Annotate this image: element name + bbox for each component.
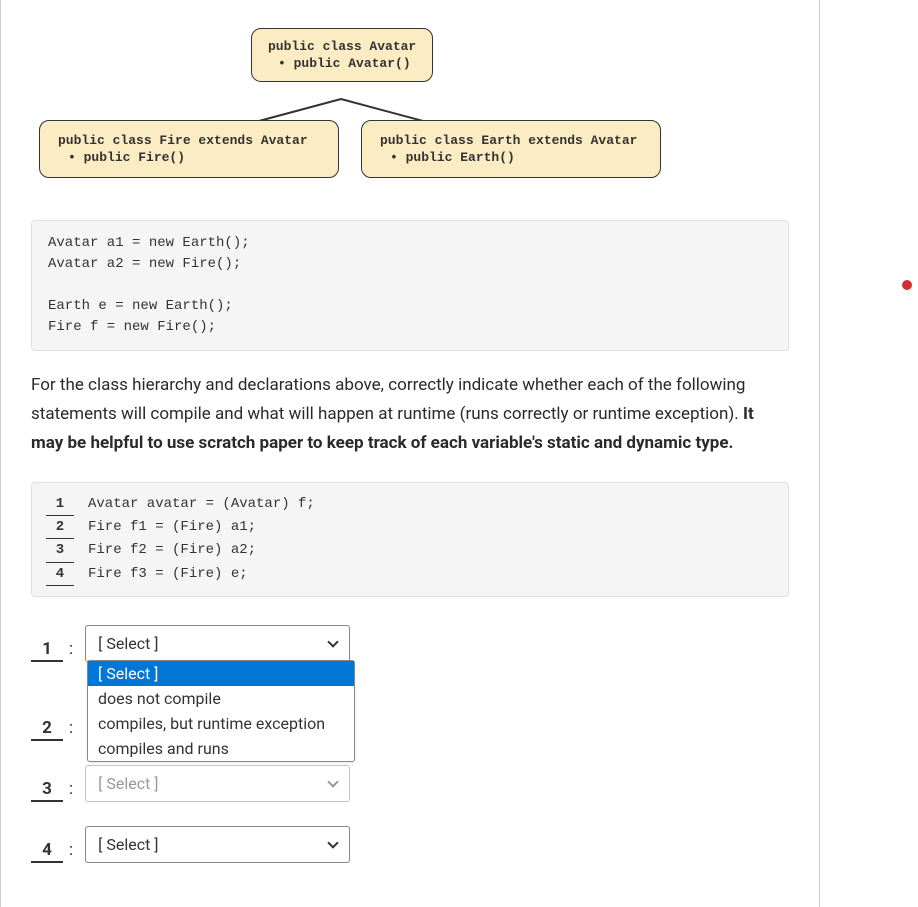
statement-code: Fire f3 = (Fire) e; — [88, 563, 248, 585]
class-title: public class Avatar — [268, 39, 416, 54]
chevron-down-icon — [327, 636, 338, 647]
answer-label: 1 — [31, 639, 63, 662]
select-text: [ Select ] — [98, 634, 158, 653]
dropdown-option-runtime-exception[interactable]: compiles, but runtime exception — [88, 711, 354, 736]
chevron-down-icon — [327, 776, 338, 787]
statement-row: 4 Fire f3 = (Fire) e; — [46, 563, 774, 586]
class-hierarchy-diagram: public class Avatar public Avatar() publ… — [31, 20, 789, 200]
statements-code-block: 1 Avatar avatar = (Avatar) f; 2 Fire f1 … — [31, 482, 789, 598]
question-part1: For the class hierarchy and declarations… — [31, 375, 745, 424]
statement-row: 3 Fire f2 = (Fire) a2; — [46, 539, 774, 562]
answer-row-4: 4 : [ Select ] — [31, 826, 789, 863]
fire-class-box: public class Fire extends Avatar public … — [39, 120, 339, 178]
avatar-class-box: public class Avatar public Avatar() — [251, 28, 433, 82]
earth-class-box: public class Earth extends Avatar public… — [361, 120, 661, 178]
colon: : — [69, 632, 73, 659]
select-dropdown-4[interactable]: [ Select ] — [85, 826, 350, 863]
answer-row-3: 3 : [ Select ] — [31, 765, 789, 802]
dropdown-option-select[interactable]: [ Select ] — [88, 661, 354, 686]
statement-code: Fire f1 = (Fire) a1; — [88, 516, 256, 538]
dropdown-option-no-compile[interactable]: does not compile — [88, 686, 354, 711]
question-text: For the class hierarchy and declarations… — [31, 371, 789, 458]
class-method: public Fire() — [58, 150, 320, 165]
colon: : — [69, 833, 73, 860]
answer-label: 2 — [31, 718, 63, 741]
chevron-down-icon — [327, 837, 338, 848]
colon: : — [69, 711, 73, 738]
dropdown-option-compiles-runs[interactable]: compiles and runs — [88, 736, 354, 761]
select-dropdown-3[interactable]: [ Select ] — [85, 765, 350, 802]
dropdown-menu: [ Select ] does not compile compiles, bu… — [87, 660, 355, 762]
line-number: 1 — [46, 493, 74, 516]
statement-row: 2 Fire f1 = (Fire) a1; — [46, 516, 774, 539]
answer-label: 3 — [31, 779, 63, 802]
line-number: 2 — [46, 516, 74, 539]
indicator-dot — [902, 280, 912, 290]
select-text: [ Select ] — [98, 835, 158, 854]
statement-row: 1 Avatar avatar = (Avatar) f; — [46, 493, 774, 516]
colon: : — [69, 772, 73, 799]
class-method: public Earth() — [380, 150, 642, 165]
answer-label: 4 — [31, 840, 63, 863]
class-method: public Avatar() — [268, 56, 416, 71]
class-title: public class Earth extends Avatar — [380, 133, 642, 148]
select-dropdown-1[interactable]: [ Select ] — [85, 625, 350, 662]
select-text: [ Select ] — [98, 774, 158, 793]
answer-row-1: 1 : [ Select ] [ Select ] does not compi… — [31, 625, 789, 662]
declarations-code-block: Avatar a1 = new Earth(); Avatar a2 = new… — [31, 220, 789, 351]
line-number: 3 — [46, 539, 74, 562]
line-number: 4 — [46, 563, 74, 586]
statement-code: Avatar avatar = (Avatar) f; — [88, 493, 315, 515]
statement-code: Fire f2 = (Fire) a2; — [88, 539, 256, 561]
class-title: public class Fire extends Avatar — [58, 133, 320, 148]
